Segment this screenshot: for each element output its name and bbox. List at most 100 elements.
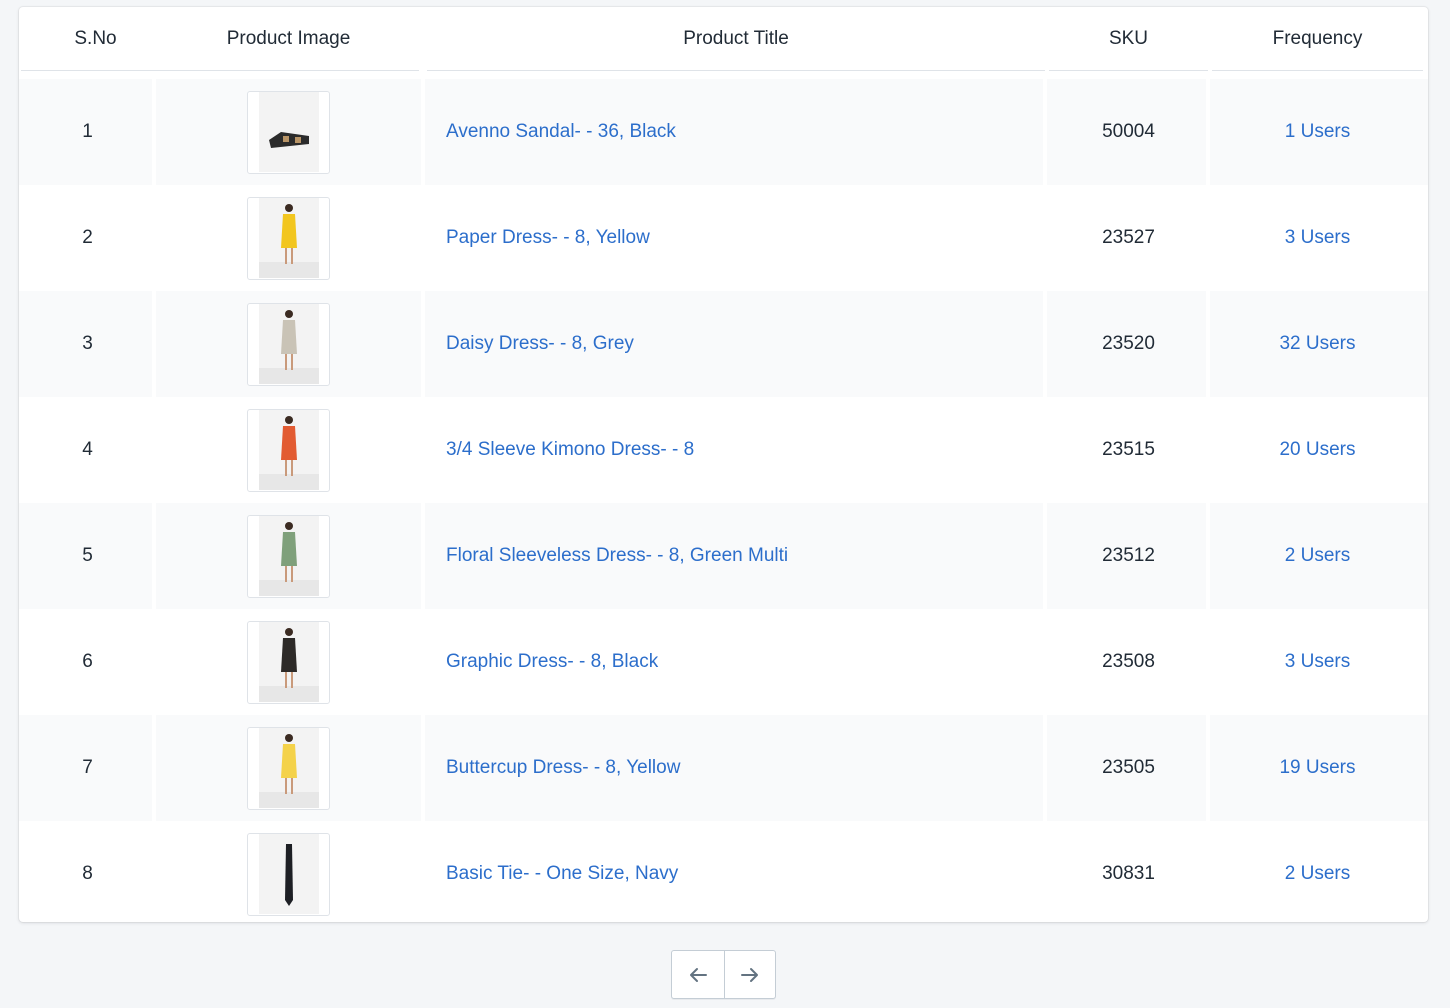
row-number: 5 [82,545,93,566]
row-number: 7 [82,757,93,778]
sku-cell: 23527 [1047,185,1210,291]
header-frequency: Frequency [1210,7,1425,71]
product-thumbnail[interactable] [247,90,330,174]
table-row: 2 Paper Dress- - 8, Yellow 23527 3 Users [19,185,1428,291]
sku-cell: 30831 [1047,821,1210,922]
sku-cell: 23512 [1047,503,1210,609]
frequency-link[interactable]: 32 Users [1279,333,1355,355]
frequency-link[interactable]: 2 Users [1285,863,1350,885]
sku-value: 23527 [1102,227,1155,248]
product-table-card: S.No Product Image Product Title SKU Fre… [19,7,1428,922]
table-row: 5 Floral Sleeveless Dress- - 8, Green Mul… [19,503,1428,609]
sku-cell: 23515 [1047,397,1210,503]
title-cell: 3/4 Sleeve Kimono Dress- - 8 [425,397,1047,503]
arrow-right-icon [740,967,758,982]
row-number: 1 [82,121,93,142]
row-number: 4 [82,439,93,460]
product-title-link[interactable]: Floral Sleeveless Dress- - 8, Green Mult… [446,545,788,567]
title-cell: Floral Sleeveless Dress- - 8, Green Mult… [425,503,1047,609]
table-row: 4 3/4 Sleeve Kimono Dress- - 8 23515 20 Use… [19,397,1428,503]
row-number: 3 [82,333,93,354]
frequency-cell: 20 Users [1210,397,1425,503]
frequency-cell: 3 Users [1210,185,1425,291]
sku-value: 23512 [1102,545,1155,566]
sku-value: 50004 [1102,121,1155,142]
header-product-image: Product Image [156,7,421,71]
sno-cell: 6 [19,609,156,715]
row-number: 6 [82,651,93,672]
frequency-cell: 3 Users [1210,609,1425,715]
frequency-cell: 32 Users [1210,291,1425,397]
sku-value: 23520 [1102,333,1155,354]
title-cell: Buttercup Dress- - 8, Yellow [425,715,1047,821]
arrow-left-icon [689,967,707,982]
frequency-link[interactable]: 19 Users [1279,757,1355,779]
product-title-link[interactable]: 3/4 Sleeve Kimono Dress- - 8 [446,439,694,461]
image-cell [156,79,421,185]
frequency-cell: 2 Users [1210,821,1425,922]
frequency-link[interactable]: 1 Users [1285,121,1350,143]
previous-page-button[interactable] [672,951,724,998]
pagination [671,950,776,999]
image-cell [156,397,421,503]
sku-cell: 23508 [1047,609,1210,715]
table-row: 7 Buttercup Dress- - 8, Yellow 23505 19 Use… [19,715,1428,821]
sku-cell: 23505 [1047,715,1210,821]
sno-cell: 2 [19,185,156,291]
title-cell: Daisy Dress- - 8, Grey [425,291,1047,397]
table-row: 6 Graphic Dress- - 8, Black 23508 3 Users [19,609,1428,715]
product-title-link[interactable]: Basic Tie- - One Size, Navy [446,863,678,885]
product-title-link[interactable]: Buttercup Dress- - 8, Yellow [446,757,680,779]
sku-value: 23515 [1102,439,1155,460]
frequency-link[interactable]: 3 Users [1285,227,1350,249]
frequency-cell: 2 Users [1210,503,1425,609]
header-product-title: Product Title [425,7,1047,71]
product-title-link[interactable]: Paper Dress- - 8, Yellow [446,227,650,249]
product-thumbnail[interactable] [247,514,330,598]
image-cell [156,185,421,291]
table-row: 8 Basic Tie- - One Size, Navy 30831 2 Users [19,821,1428,922]
sku-value: 30831 [1102,863,1155,884]
sku-cell: 50004 [1047,79,1210,185]
next-page-button[interactable] [723,951,776,998]
title-cell: Avenno Sandal- - 36, Black [425,79,1047,185]
image-cell [156,715,421,821]
frequency-link[interactable]: 2 Users [1285,545,1350,567]
sno-cell: 3 [19,291,156,397]
title-cell: Basic Tie- - One Size, Navy [425,821,1047,922]
row-number: 2 [82,227,93,248]
product-thumbnail[interactable] [247,302,330,386]
sku-value: 23508 [1102,651,1155,672]
frequency-cell: 19 Users [1210,715,1425,821]
table-header: S.No Product Image Product Title SKU Fre… [19,7,1428,71]
sno-cell: 8 [19,821,156,922]
sku-value: 23505 [1102,757,1155,778]
sno-cell: 1 [19,79,156,185]
sku-cell: 23520 [1047,291,1210,397]
frequency-link[interactable]: 3 Users [1285,651,1350,673]
sno-cell: 4 [19,397,156,503]
image-cell [156,291,421,397]
sno-cell: 7 [19,715,156,821]
title-cell: Paper Dress- - 8, Yellow [425,185,1047,291]
product-title-link[interactable]: Avenno Sandal- - 36, Black [446,121,676,143]
product-thumbnail[interactable] [247,408,330,492]
header-sno: S.No [19,7,172,71]
row-number: 8 [82,863,93,884]
frequency-cell: 1 Users [1210,79,1425,185]
product-thumbnail[interactable] [247,196,330,280]
table-row: 1 Avenno Sandal- - 36, Black 50004 1 Users [19,79,1428,185]
table-row: 3 Daisy Dress- - 8, Grey 23520 32 Users [19,291,1428,397]
product-title-link[interactable]: Daisy Dress- - 8, Grey [446,333,634,355]
header-sku: SKU [1047,7,1210,71]
sno-cell: 5 [19,503,156,609]
image-cell [156,503,421,609]
product-thumbnail[interactable] [247,726,330,810]
frequency-link[interactable]: 20 Users [1279,439,1355,461]
product-thumbnail[interactable] [247,832,330,916]
product-title-link[interactable]: Graphic Dress- - 8, Black [446,651,658,673]
image-cell [156,609,421,715]
image-cell [156,821,421,922]
title-cell: Graphic Dress- - 8, Black [425,609,1047,715]
product-thumbnail[interactable] [247,620,330,704]
